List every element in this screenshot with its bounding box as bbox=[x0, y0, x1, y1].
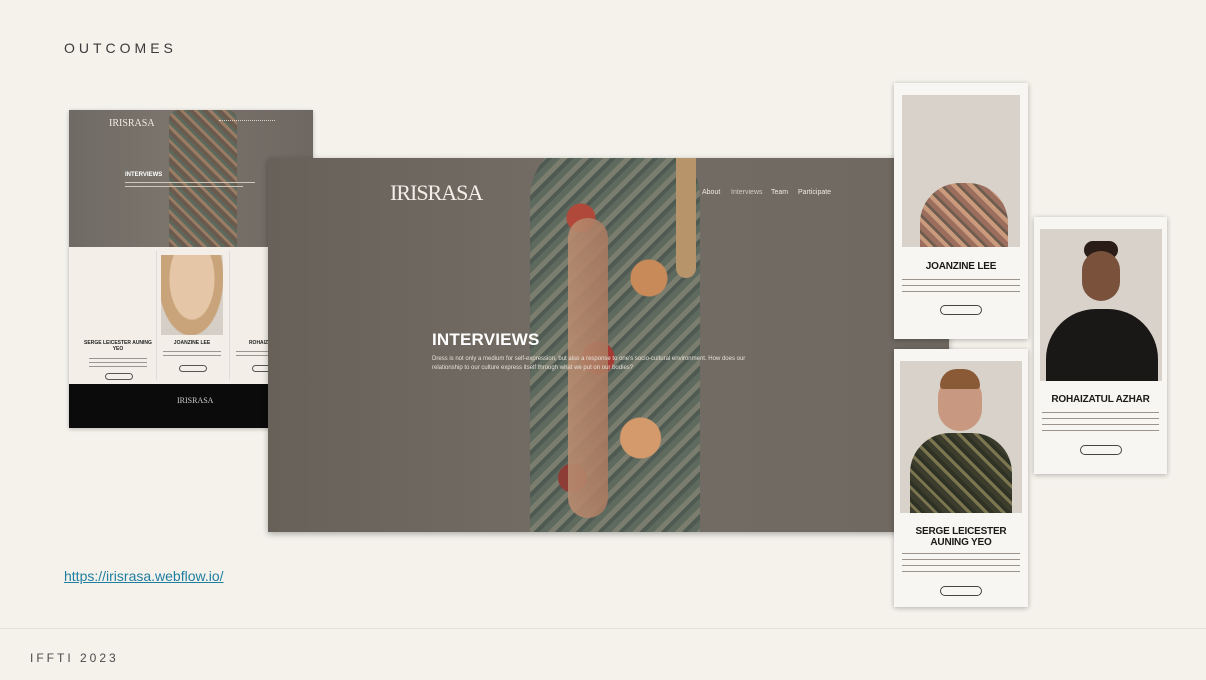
hero-description: Dress is not only a medium for self-expr… bbox=[432, 356, 746, 371]
thumb-text-line bbox=[89, 366, 147, 367]
thumb-hero-text-line bbox=[125, 186, 243, 187]
portrait-body bbox=[1046, 309, 1158, 381]
thumb-logo: IRISRASA bbox=[109, 118, 155, 129]
thumb-button bbox=[105, 373, 133, 380]
thumb-nav bbox=[219, 120, 275, 123]
slide-title: OUTCOMES bbox=[64, 40, 177, 56]
thumb-text-line bbox=[89, 362, 147, 363]
thumb-photo bbox=[161, 255, 223, 335]
person-bio bbox=[902, 279, 1020, 297]
thumb-text-line bbox=[163, 351, 221, 352]
portrait-body bbox=[910, 433, 1012, 513]
thumb-footer-logo: IRISRASA bbox=[177, 396, 214, 405]
site-logo[interactable]: IRISRASA bbox=[390, 180, 483, 206]
person-name: JOANZINE LEE bbox=[925, 261, 997, 272]
hero-hair bbox=[676, 158, 696, 278]
read-more-button[interactable] bbox=[940, 305, 982, 315]
thumb-card: JOANZINE LEE bbox=[156, 251, 227, 380]
person-card-rohaizatul: ROHAIZATUL AZHAR bbox=[1034, 217, 1167, 474]
portrait-body bbox=[920, 183, 1008, 247]
read-more-button[interactable] bbox=[940, 586, 982, 596]
nav-item-interviews[interactable]: Interviews bbox=[731, 189, 763, 196]
thumb-name: JOANZINE LEE bbox=[173, 340, 211, 346]
thumb-name: SERGE LEICESTER AUNING YEO bbox=[84, 340, 152, 352]
nav-item-participate[interactable]: Participate bbox=[798, 189, 831, 196]
thumb-card: SERGE LEICESTER AUNING YEO bbox=[83, 251, 153, 380]
footer-divider bbox=[0, 628, 1206, 629]
person-bio bbox=[1042, 412, 1159, 436]
person-name: ROHAIZATUL AZHAR bbox=[1051, 394, 1150, 405]
portrait-photo bbox=[1040, 229, 1162, 381]
footer-text: IFFTI 2023 bbox=[30, 651, 119, 665]
thumb-text-line bbox=[89, 358, 147, 359]
site-url-link[interactable]: https://irisrasa.webflow.io/ bbox=[64, 568, 224, 584]
thumb-hero-figure bbox=[169, 110, 237, 247]
hero-figure bbox=[530, 158, 700, 532]
person-card-serge: SERGE LEICESTER AUNING YEO bbox=[894, 349, 1028, 607]
person-card-joanzine: JOANZINE LEE bbox=[894, 83, 1028, 339]
thumb-hero-title: INTERVIEWS bbox=[125, 172, 163, 178]
hero-screenshot: IRISRASA About Interviews Team Participa… bbox=[268, 158, 949, 532]
portrait-photo bbox=[900, 361, 1022, 513]
nav-item-about[interactable]: About bbox=[702, 189, 720, 196]
portrait-photo bbox=[902, 95, 1020, 247]
hero-title: INTERVIEWS bbox=[432, 330, 540, 349]
thumb-button bbox=[179, 365, 207, 372]
nav-item-team[interactable]: Team bbox=[771, 189, 788, 196]
thumb-text-line bbox=[163, 355, 221, 356]
thumb-hero-text-line bbox=[125, 182, 255, 183]
portrait-hair bbox=[940, 369, 980, 389]
person-bio bbox=[902, 553, 1020, 577]
read-more-button[interactable] bbox=[1080, 445, 1122, 455]
thumb-photo bbox=[87, 255, 149, 335]
portrait-head bbox=[1082, 251, 1120, 301]
person-name: SERGE LEICESTER AUNING YEO bbox=[915, 526, 1007, 548]
